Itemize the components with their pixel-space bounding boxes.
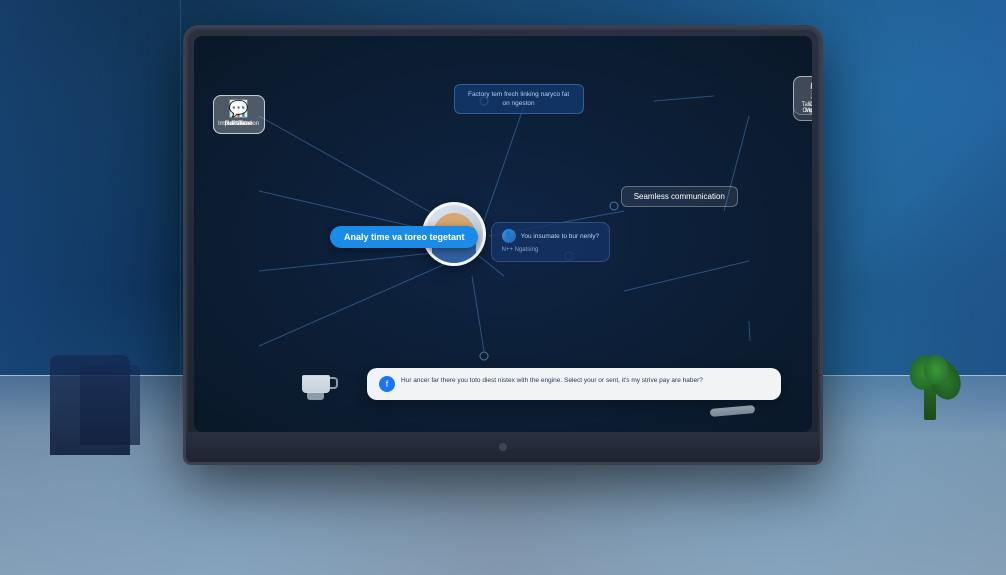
talk-manager-icon: 📷 — [810, 83, 813, 99]
main-label: Analy time va toreo tegetant — [330, 226, 479, 248]
plant-decoration — [924, 380, 936, 420]
bottom-chat-box: f Hur ancer far there you toto diest nis… — [367, 368, 781, 400]
chair-left-2 — [80, 365, 140, 445]
scene: Analy time va toreo tegetant Factory tem… — [0, 0, 1006, 575]
polls-label: Polls — [232, 121, 245, 127]
monitor-screen: Analy time va toreo tegetant Factory tem… — [194, 36, 812, 432]
middle-chat-box: 👤 You insumate to bur nenly? N++ Ngatsin… — [491, 222, 611, 261]
chat-answer: N++ Ngatsing — [502, 246, 600, 254]
chat-question: You insumate to bur nenly? — [521, 232, 600, 241]
icon-talk-manager: 📷 Talk Manager — [793, 76, 812, 115]
screen-content: Analy time va toreo tegetant Factory tem… — [194, 36, 812, 432]
monitor-chin — [186, 432, 820, 462]
monitor: Analy time va toreo tegetant Factory tem… — [183, 25, 823, 465]
talk-manager-label: Talk Manager — [801, 102, 812, 108]
coffee-cup — [302, 375, 330, 400]
monitor-power-dot — [499, 443, 507, 451]
top-feature-box: Factory tem frech linking naryco fat on … — [454, 84, 584, 114]
polls-icon: 💬 — [229, 102, 249, 118]
bottom-chat-text: Hur ancer far there you toto diest niste… — [401, 376, 703, 386]
icon-polls: 💬 Polls — [213, 95, 265, 134]
seamless-communication-box: Seamless communication — [621, 186, 738, 207]
